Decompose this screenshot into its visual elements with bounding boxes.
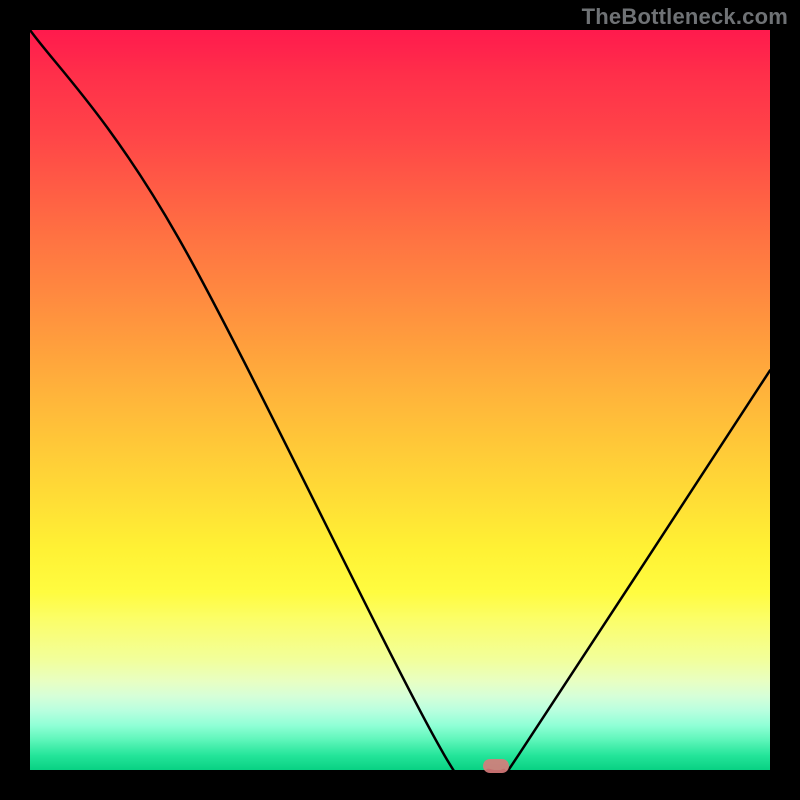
curve-path xyxy=(30,30,770,770)
chart-plot-area xyxy=(30,30,770,770)
bottleneck-curve xyxy=(30,30,770,770)
optimal-point-marker xyxy=(483,759,509,773)
watermark-text: TheBottleneck.com xyxy=(582,4,788,30)
